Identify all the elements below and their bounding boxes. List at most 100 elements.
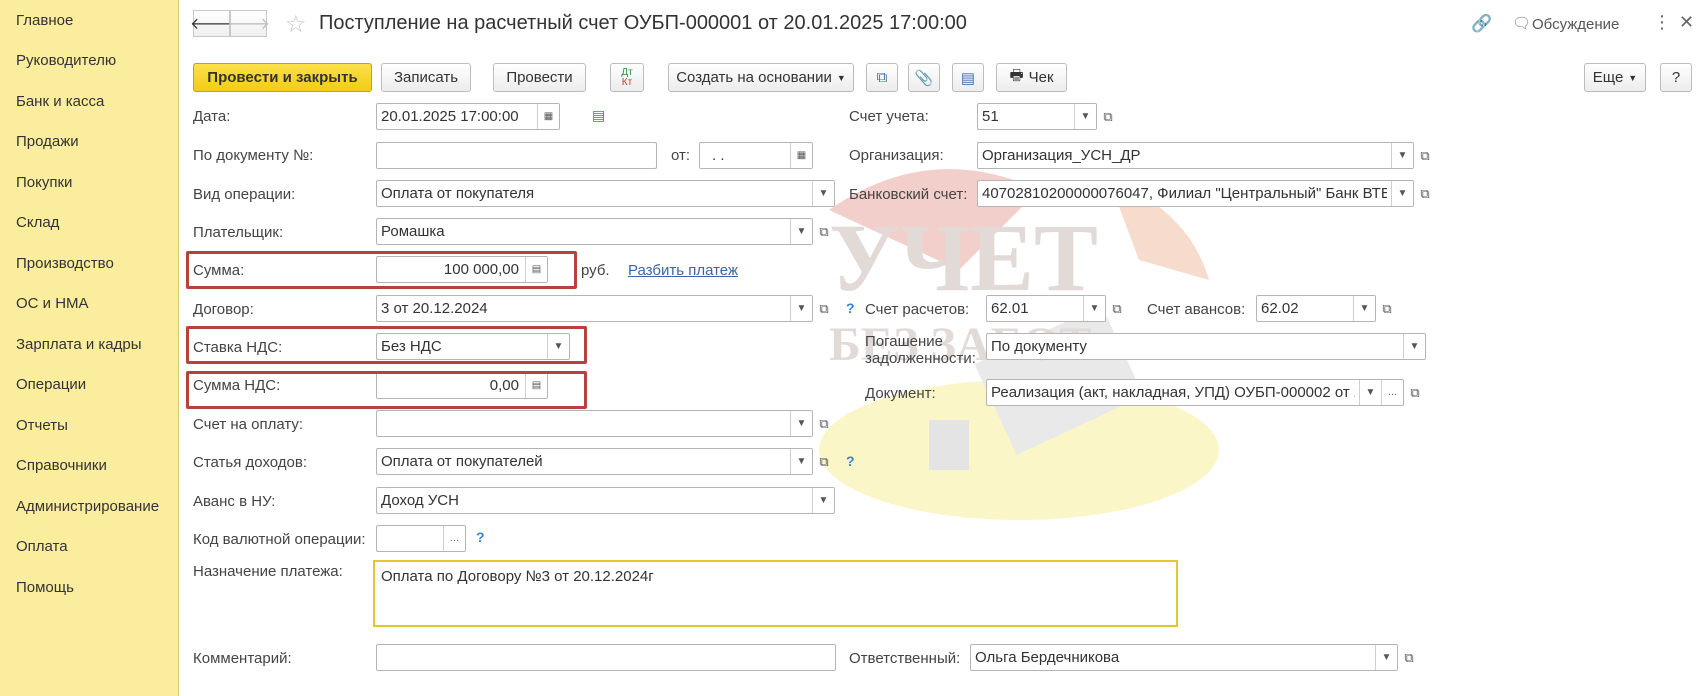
document-select[interactable]: Реализация (акт, накладная, УПД) ОУБП-00… (986, 379, 1404, 406)
more-button[interactable]: Еще ▼ (1584, 63, 1646, 92)
comment-input[interactable] (376, 644, 836, 671)
sidebar-item-directories[interactable]: Справочники (16, 457, 107, 474)
split-payment-link[interactable]: Разбить платеж (628, 262, 738, 279)
date-field[interactable]: 20.01.2025 17:00:00 ▦ (376, 103, 560, 130)
sidebar: Главное Руководителю Банк и касса Продаж… (0, 0, 179, 696)
currency-code-label: Код валютной операции: (193, 531, 366, 548)
purpose-textarea[interactable]: Оплата по Договору №3 от 20.12.2024г (373, 560, 1178, 627)
open-icon[interactable]: ⧉ (1377, 296, 1397, 321)
sidebar-item-payroll[interactable]: Зарплата и кадры (16, 336, 142, 353)
currency-code-input[interactable]: … (376, 525, 466, 552)
chevron-down-icon[interactable]: ▼ (547, 334, 569, 359)
report-icon[interactable]: ▤ (952, 63, 984, 92)
discussion-button[interactable]: Обсуждение (1532, 16, 1619, 33)
open-icon[interactable]: ⧉ (1098, 104, 1118, 129)
sidebar-item-warehouse[interactable]: Склад (16, 214, 59, 231)
chevron-down-icon[interactable]: ▼ (790, 449, 812, 474)
chevron-down-icon[interactable]: ▼ (812, 181, 834, 206)
link-icon[interactable]: 🔗 (1471, 14, 1492, 34)
save-button[interactable]: Записать (381, 63, 471, 92)
settlement-account-select[interactable]: 62.01 ▼ (986, 295, 1106, 322)
open-icon[interactable]: ⧉ (1107, 296, 1127, 321)
forward-button[interactable]: 🡒 (227, 10, 270, 37)
chevron-down-icon[interactable]: ▼ (1403, 334, 1425, 359)
open-icon[interactable]: ⧉ (814, 219, 834, 244)
vat-rate-select[interactable]: Без НДС ▼ (376, 333, 570, 360)
more-menu-icon[interactable]: ⋮ (1653, 12, 1671, 33)
chevron-down-icon[interactable]: ▼ (1359, 380, 1381, 405)
contract-select[interactable]: 3 от 20.12.2024 ▼ (376, 295, 813, 322)
close-icon[interactable]: ✕ (1679, 12, 1694, 33)
paperclip-icon[interactable]: 📎 (908, 63, 940, 92)
invoice-select[interactable]: ▼ (376, 410, 813, 437)
chevron-down-icon[interactable]: ▼ (790, 411, 812, 436)
open-icon[interactable]: ⧉ (1399, 645, 1419, 670)
post-and-close-button[interactable]: Провести и закрыть (193, 63, 372, 92)
purpose-label: Назначение платежа: (193, 563, 343, 580)
help-button[interactable]: ? (1660, 63, 1692, 92)
receipt-button[interactable]: 🖶 Чек (996, 63, 1067, 92)
chevron-down-icon[interactable]: ▼ (1353, 296, 1375, 321)
sidebar-item-sales[interactable]: Продажи (16, 133, 79, 150)
organization-select[interactable]: Организация_УСН_ДР ▼ (977, 142, 1414, 169)
chevron-down-icon[interactable]: ▼ (1391, 143, 1413, 168)
advance-account-select[interactable]: 62.02 ▼ (1256, 295, 1376, 322)
currency-code-help-icon[interactable]: ? (476, 529, 485, 545)
vat-sum-input[interactable]: 0,00 ▤ (376, 372, 548, 399)
chevron-down-icon[interactable]: ▼ (1083, 296, 1105, 321)
chevron-down-icon[interactable]: ▼ (1391, 181, 1413, 206)
create-based-on-button[interactable]: Создать на основании ▼ (668, 63, 854, 92)
contract-help-icon[interactable]: ? (846, 300, 855, 316)
advance-select[interactable]: Доход УСН ▼ (376, 487, 835, 514)
repayment-select[interactable]: По документу ▼ (986, 333, 1426, 360)
payer-select[interactable]: Ромашка ▼ (376, 218, 813, 245)
dt-kt-button[interactable]: Дт Кт (610, 63, 644, 92)
from-date-field[interactable]: . . ▦ (699, 142, 813, 169)
post-button[interactable]: Провести (493, 63, 586, 92)
discussion-icon[interactable]: 🗨 (1512, 14, 1531, 32)
sidebar-item-operations[interactable]: Операции (16, 376, 86, 393)
structure-icon[interactable]: ⧉ (866, 63, 898, 92)
sidebar-item-payment[interactable]: Оплата (16, 538, 68, 555)
responsible-value: Ольга Бердечникова (975, 649, 1120, 666)
calendar-icon[interactable]: ▦ (790, 143, 812, 168)
back-button[interactable]: 🡐 (190, 10, 233, 37)
bank-account-select[interactable]: 40702810200000076047, Филиал "Центральны… (977, 180, 1414, 207)
star-icon[interactable]: ☆ (285, 10, 307, 39)
open-icon[interactable]: ⧉ (814, 296, 834, 321)
income-help-icon[interactable]: ? (846, 453, 855, 469)
create-based-on-label: Создать на основании (676, 69, 832, 86)
calendar-icon[interactable]: ▦ (537, 104, 559, 129)
sidebar-item-reports[interactable]: Отчеты (16, 417, 68, 434)
vat-rate-label: Ставка НДС: (193, 339, 283, 356)
open-icon[interactable]: ⧉ (1415, 143, 1435, 168)
sidebar-item-manager[interactable]: Руководителю (16, 52, 116, 69)
responsible-select[interactable]: Ольга Бердечникова ▼ (970, 644, 1398, 671)
calculator-icon[interactable]: ▤ (525, 257, 547, 282)
sidebar-item-help[interactable]: Помощь (16, 579, 74, 596)
chevron-down-icon[interactable]: ▼ (1375, 645, 1397, 670)
open-icon[interactable]: ⧉ (814, 411, 834, 436)
doc-number-input[interactable] (376, 142, 657, 169)
sidebar-item-purchases[interactable]: Покупки (16, 174, 72, 191)
chevron-down-icon[interactable]: ▼ (790, 219, 812, 244)
sidebar-item-fixed-assets[interactable]: ОС и НМА (16, 295, 89, 312)
post-status-icon[interactable]: ▤ (592, 107, 605, 124)
open-icon[interactable]: ⧉ (1405, 380, 1425, 405)
chevron-down-icon[interactable]: ▼ (790, 296, 812, 321)
sidebar-item-production[interactable]: Производство (16, 255, 114, 272)
account-select[interactable]: 51 ▼ (977, 103, 1097, 130)
sidebar-item-administration[interactable]: Администрирование (16, 498, 159, 515)
operation-type-select[interactable]: Оплата от покупателя ▼ (376, 180, 835, 207)
open-icon[interactable]: ⧉ (814, 449, 834, 474)
ellipsis-icon[interactable]: … (1381, 380, 1403, 405)
open-icon[interactable]: ⧉ (1415, 181, 1435, 206)
income-item-select[interactable]: Оплата от покупателей ▼ (376, 448, 813, 475)
sum-input[interactable]: 100 000,00 ▤ (376, 256, 548, 283)
calculator-icon[interactable]: ▤ (525, 373, 547, 398)
ellipsis-icon[interactable]: … (443, 526, 465, 551)
sidebar-item-main[interactable]: Главное (16, 12, 73, 29)
chevron-down-icon[interactable]: ▼ (812, 488, 834, 513)
sidebar-item-bank-cash[interactable]: Банк и касса (16, 93, 104, 110)
chevron-down-icon[interactable]: ▼ (1074, 104, 1096, 129)
